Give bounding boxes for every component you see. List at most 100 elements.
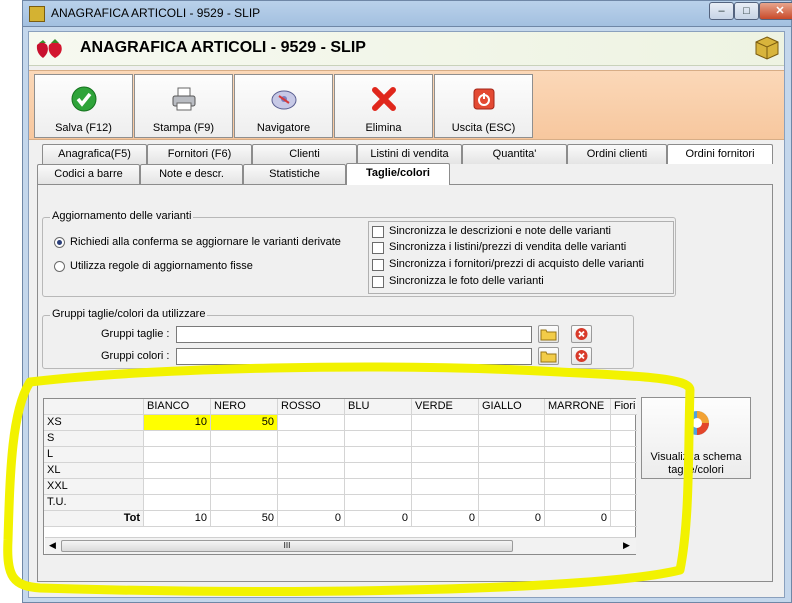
sync-descr-checkbox[interactable] <box>372 226 384 238</box>
grid-cell[interactable] <box>144 447 211 463</box>
grid-cell[interactable] <box>345 447 412 463</box>
grid-total-cell: 0 <box>278 511 345 527</box>
grid-cell[interactable] <box>545 415 611 431</box>
navigator-button[interactable]: Navigatore <box>234 74 333 138</box>
grid-cell[interactable] <box>479 495 545 511</box>
radio-fixed[interactable] <box>54 261 65 272</box>
sync-prices-checkbox[interactable] <box>372 242 384 254</box>
grid-cell[interactable] <box>345 431 412 447</box>
grid-cell[interactable]: 10 <box>144 415 211 431</box>
grid-cell[interactable] <box>211 431 278 447</box>
grid-cell[interactable] <box>345 479 412 495</box>
grid-cell[interactable] <box>545 447 611 463</box>
sizes-browse-button[interactable] <box>538 325 559 343</box>
tab-anagrafica[interactable]: Anagrafica(F5) <box>42 144 147 164</box>
print-button[interactable]: Stampa (F9) <box>134 74 233 138</box>
sizes-clear-button[interactable] <box>571 325 592 343</box>
grid-cell[interactable] <box>611 447 637 463</box>
sizes-field[interactable] <box>176 326 532 343</box>
grid-cell[interactable] <box>211 495 278 511</box>
grid-col-header[interactable]: VERDE <box>412 399 479 415</box>
grid-cell[interactable] <box>144 495 211 511</box>
grid-cell[interactable] <box>479 431 545 447</box>
grid-cell[interactable] <box>278 447 345 463</box>
grid-cell[interactable] <box>611 431 637 447</box>
tab-listini[interactable]: Listini di vendita <box>357 144 462 164</box>
grid-total-cell: 10 <box>144 511 211 527</box>
grid-cell[interactable] <box>412 479 479 495</box>
grid-cell[interactable] <box>545 479 611 495</box>
grid-cell[interactable] <box>611 415 637 431</box>
grid-cell[interactable] <box>611 495 637 511</box>
grid-cell[interactable] <box>144 463 211 479</box>
grid-col-header[interactable]: ROSSO <box>278 399 345 415</box>
delete-button[interactable]: Elimina <box>334 74 433 138</box>
grid-col-header[interactable]: BIANCO <box>144 399 211 415</box>
tab-clienti[interactable]: Clienti <box>252 144 357 164</box>
grid-cell[interactable] <box>545 431 611 447</box>
tab-statistiche[interactable]: Statistiche <box>243 164 346 184</box>
tab-ordini-clienti[interactable]: Ordini clienti <box>567 144 667 164</box>
tab-label: Anagrafica(F5) <box>58 148 131 160</box>
grid-cell[interactable] <box>345 463 412 479</box>
grid-col-header[interactable]: BLU <box>345 399 412 415</box>
grid-cell[interactable] <box>144 431 211 447</box>
tab-fornitori[interactable]: Fornitori (F6) <box>147 144 252 164</box>
tab-codici-barre[interactable]: Codici a barre <box>37 164 140 184</box>
grid-col-header[interactable]: Fiori <box>611 399 637 415</box>
grid-cell[interactable] <box>345 495 412 511</box>
tab-taglie-colori[interactable]: Taglie/colori <box>346 163 450 185</box>
grid-col-header[interactable]: MARRONE <box>545 399 611 415</box>
grid-cell[interactable] <box>211 447 278 463</box>
grid-cell[interactable] <box>278 431 345 447</box>
sync-suppliers-checkbox[interactable] <box>372 259 384 271</box>
app-icon <box>29 6 45 22</box>
grid-cell[interactable] <box>211 463 278 479</box>
grid-cell[interactable] <box>545 495 611 511</box>
save-button[interactable]: Salva (F12) <box>34 74 133 138</box>
close-button[interactable]: ✕ <box>759 2 792 20</box>
grid-cell[interactable] <box>412 415 479 431</box>
scroll-thumb[interactable]: III <box>61 540 513 552</box>
radio-ask[interactable] <box>54 237 65 248</box>
grid-cell[interactable] <box>479 463 545 479</box>
grid-cell[interactable] <box>412 495 479 511</box>
sync-photos-checkbox[interactable] <box>372 276 384 288</box>
grid-cell[interactable] <box>211 479 278 495</box>
grid-hscrollbar[interactable]: ◀ III ▶ <box>45 537 636 554</box>
minimize-button[interactable]: – <box>709 2 734 20</box>
sizes-colors-grid[interactable]: BIANCO NERO ROSSO BLU VERDE GIALLO MARRO… <box>43 398 637 555</box>
grid-cell[interactable] <box>278 415 345 431</box>
grid-cell[interactable] <box>278 495 345 511</box>
grid-cell[interactable] <box>144 479 211 495</box>
colors-browse-button[interactable] <box>538 347 559 365</box>
colors-clear-button[interactable] <box>571 347 592 365</box>
tab-quantita[interactable]: Quantita' <box>462 144 567 164</box>
grid-cell[interactable] <box>412 463 479 479</box>
grid-total-cell: 0 <box>412 511 479 527</box>
grid-cell[interactable] <box>479 479 545 495</box>
window-titlebar[interactable]: ANAGRAFICA ARTICOLI - 9529 - SLIP – □ ✕ <box>22 0 792 26</box>
maximize-button[interactable]: □ <box>734 2 759 20</box>
save-label: Salva (F12) <box>55 122 112 134</box>
view-schema-button[interactable]: Visualizza schema taglie/colori <box>641 397 751 479</box>
tab-ordini-fornitori[interactable]: Ordini fornitori <box>667 144 773 164</box>
grid-col-header[interactable]: GIALLO <box>479 399 545 415</box>
scroll-right-arrow-icon[interactable]: ▶ <box>623 540 630 551</box>
scroll-left-arrow-icon[interactable]: ◀ <box>49 540 56 551</box>
grid-cell[interactable] <box>479 447 545 463</box>
colors-field[interactable] <box>176 348 532 365</box>
grid-cell[interactable] <box>278 479 345 495</box>
grid-cell[interactable] <box>412 431 479 447</box>
tab-note[interactable]: Note e descr. <box>140 164 243 184</box>
grid-cell[interactable] <box>278 463 345 479</box>
grid-cell[interactable] <box>479 415 545 431</box>
grid-cell[interactable]: 50 <box>211 415 278 431</box>
grid-cell[interactable] <box>545 463 611 479</box>
grid-cell[interactable] <box>611 479 637 495</box>
grid-cell[interactable] <box>611 463 637 479</box>
exit-button[interactable]: Uscita (ESC) <box>434 74 533 138</box>
grid-cell[interactable] <box>345 415 412 431</box>
grid-col-header[interactable]: NERO <box>211 399 278 415</box>
grid-cell[interactable] <box>412 447 479 463</box>
